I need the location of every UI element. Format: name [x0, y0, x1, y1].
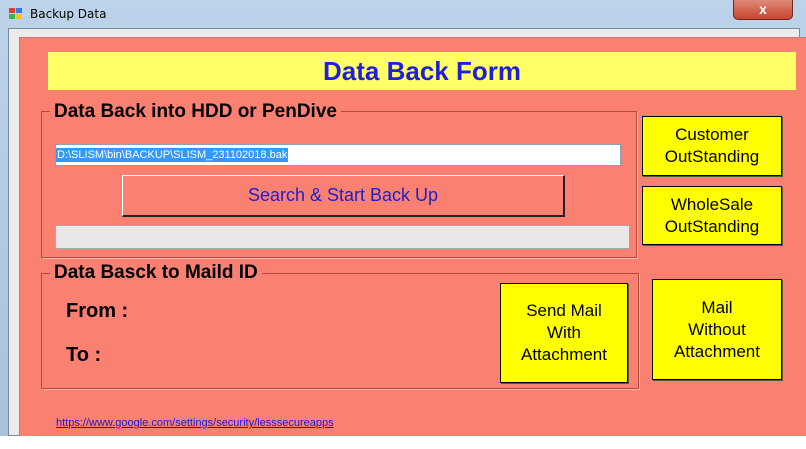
send-mail-line2: With: [547, 323, 581, 342]
mail-without-attachment-button[interactable]: Mail Without Attachment: [652, 279, 782, 380]
send-mail-line1: Send Mail: [526, 301, 602, 320]
customer-outstanding-button[interactable]: Customer OutStanding: [642, 116, 782, 176]
mail-without-line2: Without: [688, 319, 746, 339]
mail-group-label: Data Basck to Maild ID: [50, 262, 262, 284]
send-mail-line3: Attachment: [521, 345, 607, 364]
backup-path-value: D:\SLISM\bin\BACKUP\SLISM_231102018.bak: [56, 148, 289, 162]
mail-without-line3: Attachment: [674, 341, 760, 361]
window-title: Backup Data: [30, 7, 107, 21]
app-icon: [9, 8, 23, 20]
title-bar[interactable]: Backup Data x: [0, 0, 806, 28]
close-button[interactable]: x: [733, 0, 793, 20]
wholesale-outstanding-line1: WholeSale: [670, 194, 754, 214]
close-icon: x: [759, 1, 767, 17]
less-secure-apps-link[interactable]: https://www.google.com/settings/security…: [56, 417, 334, 429]
from-label: From :: [66, 300, 129, 322]
backup-path-input[interactable]: D:\SLISM\bin\BACKUP\SLISM_231102018.bak: [55, 144, 621, 166]
backup-progress-bar: [55, 225, 630, 249]
hdd-backup-group-label: Data Back into HDD or PenDive: [50, 101, 341, 123]
header-banner: Data Back Form: [48, 52, 796, 90]
to-label: To :: [66, 344, 102, 366]
search-start-backup-button[interactable]: Search & Start Back Up: [122, 175, 565, 217]
form-title: Data Back Form: [323, 56, 521, 86]
customer-outstanding-line1: Customer: [675, 125, 749, 144]
customer-outstanding-line2: OutStanding: [664, 147, 760, 166]
wholesale-outstanding-button[interactable]: WholeSale OutStanding: [642, 186, 782, 245]
mail-without-line1: Mail: [701, 297, 733, 317]
window-bottom-edge: [0, 436, 806, 449]
wholesale-outstanding-line2: OutStanding: [664, 216, 760, 236]
send-mail-with-attachment-button[interactable]: Send Mail With Attachment: [500, 283, 628, 383]
